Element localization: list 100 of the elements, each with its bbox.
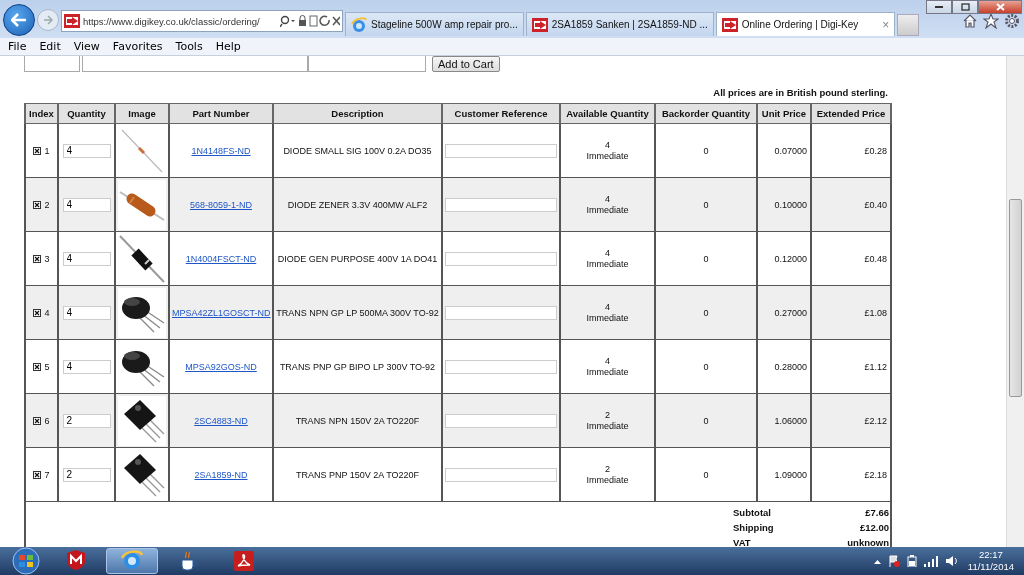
caret-icon[interactable]	[873, 558, 881, 564]
table-cell: 0	[655, 177, 757, 232]
total-value: unknown	[846, 536, 889, 549]
column-header: Backorder Quantity	[655, 103, 757, 124]
checkbox[interactable]	[33, 470, 42, 479]
browser-tab[interactable]: Stageline 500W amp repair pro...	[345, 12, 524, 36]
reference-field[interactable]	[445, 251, 557, 266]
flag-icon[interactable]	[887, 555, 900, 567]
reference-field[interactable]	[445, 197, 557, 212]
checkbox[interactable]	[33, 254, 42, 263]
document-icon	[233, 550, 255, 572]
row-index: 3	[44, 253, 50, 264]
settings-icon[interactable]	[1004, 13, 1020, 29]
close-tab-button[interactable]: ×	[882, 17, 890, 32]
transistor-drawing	[118, 287, 166, 338]
total-label: VAT	[733, 536, 752, 549]
reference-field[interactable]	[445, 467, 557, 482]
address-tools-icon	[280, 15, 340, 27]
row-index: 1	[44, 145, 50, 156]
part-number-link[interactable]: MPSA92GOS-ND	[185, 361, 257, 372]
availability-status: Immediate	[586, 420, 629, 432]
menu-item[interactable]: View	[67, 38, 107, 55]
column-header: Image	[115, 103, 169, 124]
minimize-icon	[934, 3, 944, 11]
table-cell: £0.40	[811, 177, 891, 232]
quantity-field[interactable]: 2	[62, 413, 111, 428]
reference-field[interactable]	[445, 305, 557, 320]
speaker-icon[interactable]	[944, 555, 958, 567]
availability-status: Immediate	[586, 204, 629, 216]
add-to-cart-button[interactable]: Add to Cart	[432, 56, 500, 72]
table-cell: 0	[655, 393, 757, 448]
browser-tab[interactable]: Online Ordering | Digi-Key ×	[715, 12, 896, 36]
quantity-field[interactable]: 4	[62, 251, 111, 266]
quantity-field[interactable]: 4	[62, 305, 111, 320]
arrow-logo-icon	[64, 14, 80, 28]
table-cell: 0.27000	[757, 285, 811, 340]
arrow-logo-icon	[721, 17, 738, 32]
part-number-link[interactable]: 2SC4883-ND	[194, 415, 248, 426]
reference-field[interactable]	[445, 359, 557, 374]
scroll-thumb[interactable]	[1009, 199, 1022, 397]
back-button[interactable]	[3, 4, 35, 36]
available-quantity: 2	[605, 409, 610, 421]
quantity-field[interactable]: 2	[62, 467, 111, 482]
forward-arrow-icon	[43, 15, 53, 25]
column-header: Index	[25, 103, 58, 124]
menu-item[interactable]: File	[2, 38, 34, 55]
available-quantity: 4	[605, 193, 610, 205]
reference-field[interactable]	[445, 143, 557, 158]
table-cell: DIODE ZENER 3.3V 400MW ALF2	[273, 177, 442, 232]
diode-drawing	[118, 179, 166, 230]
scrollbar[interactable]	[1006, 56, 1024, 547]
clock[interactable]: 22:17 11/11/2014	[967, 549, 1014, 573]
checkbox[interactable]	[33, 308, 42, 317]
row-index: 5	[44, 361, 50, 372]
address-bar[interactable]: https://www.digikey.co.uk/classic/ordering/	[61, 10, 343, 32]
menu-item[interactable]: Help	[209, 38, 248, 55]
browser-icon	[121, 550, 143, 572]
checkbox[interactable]	[33, 200, 42, 209]
quantity-field[interactable]: 4	[62, 143, 111, 158]
quantity-field[interactable]: 4	[62, 359, 111, 374]
close-button[interactable]	[978, 0, 1022, 14]
checkbox[interactable]	[33, 416, 42, 425]
table-cell: £2.18	[811, 447, 891, 502]
maximize-button[interactable]	[952, 0, 978, 14]
available-quantity: 2	[605, 463, 610, 475]
signal-icon[interactable]	[923, 555, 938, 567]
browser-tab[interactable]: 2SA1859 Sanken | 2SA1859-ND ...	[525, 12, 714, 36]
menu-item[interactable]: Edit	[33, 38, 68, 55]
availability-status: Immediate	[586, 312, 629, 324]
menu-item[interactable]: Favorites	[106, 38, 170, 55]
column-header: Quantity	[58, 103, 115, 124]
menu-item[interactable]: Tools	[169, 38, 210, 55]
close-icon	[995, 3, 1005, 11]
checkbox[interactable]	[33, 362, 42, 371]
part-number-link[interactable]: 1N4148FS-ND	[191, 145, 251, 156]
part-number-link[interactable]: 1N4004FSCT-ND	[185, 253, 257, 264]
quantity-field[interactable]: 4	[62, 197, 111, 212]
part-number-link[interactable]: 2SA1859-ND	[194, 469, 248, 480]
checkbox[interactable]	[33, 146, 42, 155]
row-index: 7	[44, 469, 50, 480]
column-header: Customer Reference	[442, 103, 560, 124]
availability-status: Immediate	[586, 474, 629, 486]
total-value: £7.66	[864, 506, 889, 519]
input-field[interactable]	[308, 56, 426, 72]
minimize-button[interactable]	[926, 0, 952, 14]
input-field[interactable]	[24, 56, 80, 72]
input-field[interactable]	[82, 56, 308, 72]
star-icon[interactable]	[983, 13, 999, 29]
battery-icon[interactable]	[906, 555, 917, 567]
transistor-drawing	[118, 395, 166, 446]
maximize-icon	[960, 3, 970, 11]
part-number-link[interactable]: MPSA42ZL1GOSCT-ND	[172, 307, 271, 318]
reference-field[interactable]	[445, 413, 557, 428]
part-number-link[interactable]: 568-8059-1-ND	[189, 199, 252, 210]
home-icon[interactable]	[962, 13, 978, 29]
table-cell: £2.12	[811, 393, 891, 448]
available-quantity: 4	[605, 247, 610, 259]
column-header: Available Quantity	[560, 103, 655, 124]
column-header: Description	[273, 103, 442, 124]
table-cell: 1.06000	[757, 393, 811, 448]
